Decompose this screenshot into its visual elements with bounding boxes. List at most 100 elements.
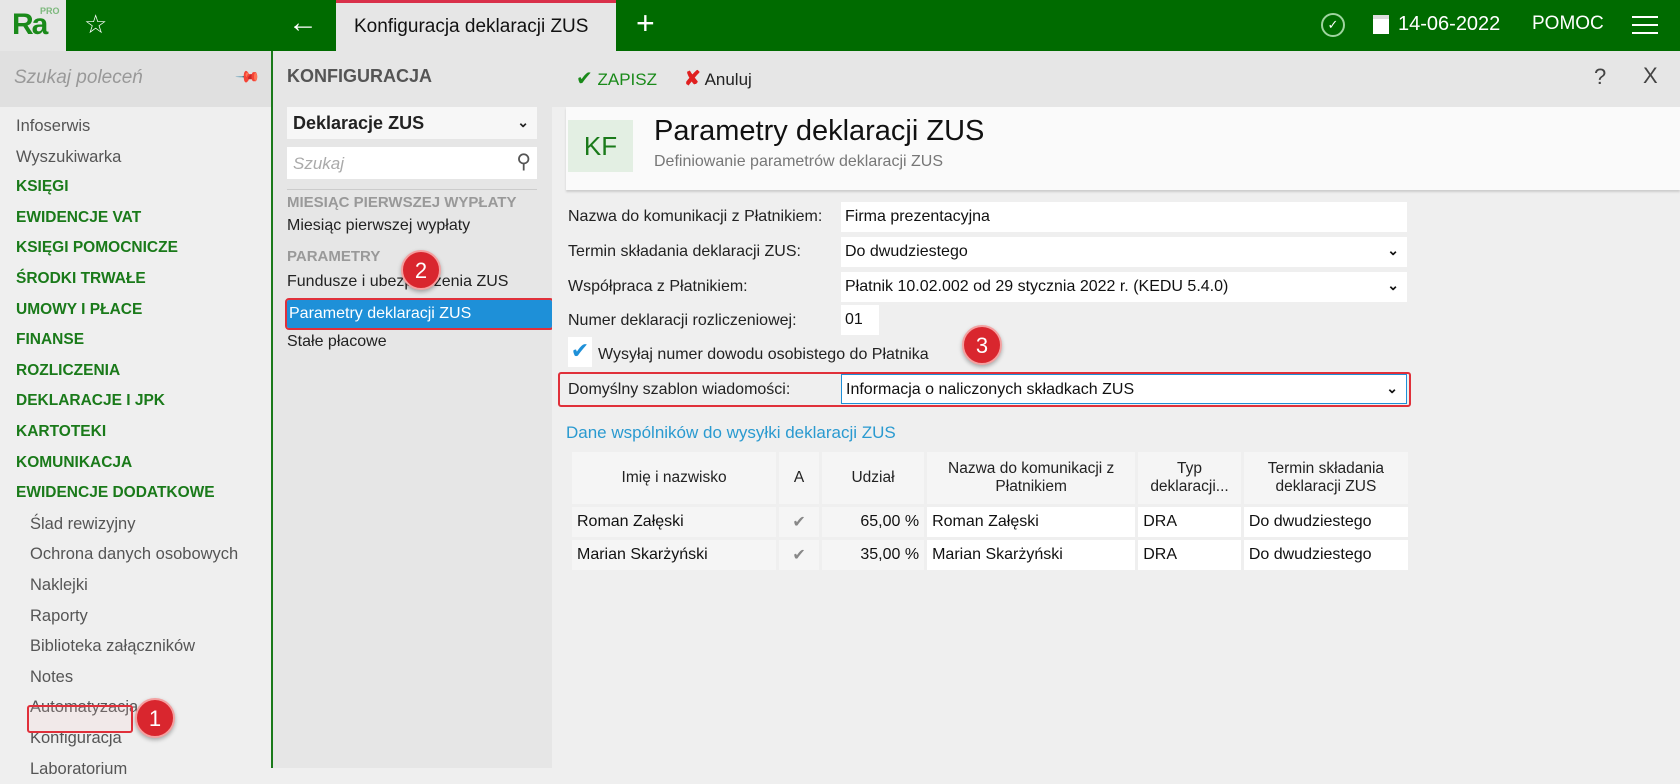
- tab-konfiguracja[interactable]: Konfiguracja deklaracji ZUS: [336, 0, 616, 51]
- column-header[interactable]: A: [779, 452, 819, 504]
- calendar-icon[interactable]: [1373, 15, 1389, 34]
- main-area: ✔ ZAPISZ ✘ Anuluj ? X KF Parametry dekla…: [552, 51, 1680, 768]
- column-header[interactable]: Termin składania deklaracji ZUS: [1243, 452, 1408, 504]
- table-cell: Marian Skarżyński: [572, 540, 777, 570]
- page-subtitle: Definiowanie parametrów deklaracji ZUS: [654, 153, 944, 170]
- send-id-checkbox[interactable]: ✔: [568, 337, 592, 367]
- template-label: Domyślny szablon wiadomości:: [568, 381, 791, 398]
- table-cell: Roman Załęski: [927, 507, 1136, 537]
- sidebar-item[interactable]: Naklejki: [30, 570, 88, 600]
- help-button[interactable]: ?: [1594, 64, 1606, 90]
- chevron-down-icon: ⌄: [517, 114, 529, 130]
- sidebar-item[interactable]: KARTOTEKI: [16, 417, 106, 447]
- table-cell: ✔: [779, 507, 819, 537]
- sidebar-item[interactable]: Laboratorium: [30, 754, 127, 784]
- sidebar-item[interactable]: EWIDENCJE VAT: [16, 203, 141, 233]
- num-field[interactable]: 01: [841, 305, 879, 335]
- sidebar-item[interactable]: Biblioteka załączników: [30, 631, 195, 661]
- category-select-value: Deklaracje ZUS: [293, 113, 425, 133]
- app-logo[interactable]: Ra PRO: [0, 0, 66, 51]
- panel-search-input[interactable]: Szukaj ⚲: [287, 147, 537, 179]
- template-value: Informacja o naliczonych składkach ZUS: [846, 381, 1135, 398]
- send-id-label[interactable]: Wysyłaj numer dowodu osobistego do Płatn…: [598, 346, 929, 364]
- name-field[interactable]: Firma prezentacyjna: [841, 202, 1407, 232]
- search-icon[interactable]: ⚲: [516, 149, 531, 174]
- partners-table: Imię i nazwisko A Udział Nazwa do komunikac…: [569, 449, 1411, 573]
- nav-funds[interactable]: Fundusze i ubezpieczenia ZUS: [287, 273, 508, 291]
- panel-title: KONFIGURACJA: [287, 66, 433, 86]
- sidebar-item[interactable]: Notes: [30, 662, 73, 692]
- menu-icon[interactable]: [1632, 16, 1658, 34]
- sidebar-item[interactable]: Ślad rewizyjny: [30, 509, 135, 539]
- column-header[interactable]: Udział: [821, 452, 925, 504]
- nav-first-payment[interactable]: Miesiąc pierwszej wypłaty: [287, 217, 470, 235]
- table-cell: Do dwudziestego: [1243, 507, 1408, 537]
- back-arrow-icon[interactable]: ←: [288, 6, 318, 40]
- close-button[interactable]: X: [1643, 63, 1658, 89]
- num-label: Numer deklaracji rozliczeniowej:: [568, 312, 797, 329]
- sidebar-item[interactable]: Infoserwis: [16, 111, 90, 141]
- column-header[interactable]: Nazwa do komunikacji z Płatnikiem: [927, 452, 1136, 504]
- sidebar-item[interactable]: Ochrona danych osobowych: [30, 539, 238, 569]
- table-row[interactable]: Marian Skarżyński ✔ 35,00 % Marian Skarżyńs…: [572, 540, 1408, 570]
- column-header[interactable]: Imię i nazwisko: [572, 452, 777, 504]
- table-cell: Roman Załęski: [572, 507, 777, 537]
- sidebar-item[interactable]: ROZLICZENIA: [16, 356, 120, 386]
- highlight-box: [27, 705, 133, 733]
- term-value: Do dwudziestego: [845, 243, 968, 260]
- template-select[interactable]: Informacja o naliczonych składkach ZUS ⌄: [841, 374, 1407, 404]
- nav-declaration-params[interactable]: Parametry deklaracji ZUS: [285, 298, 554, 330]
- chevron-down-icon: ⌄: [1386, 380, 1398, 396]
- cancel-button[interactable]: ✘ Anuluj: [684, 66, 752, 91]
- coop-value: Płatnik 10.02.002 od 29 stycznia 2022 r.…: [845, 278, 1229, 295]
- sidebar-item[interactable]: UMOWY I PŁACE: [16, 295, 142, 325]
- table-cell: 35,00 %: [821, 540, 925, 570]
- sidebar-item[interactable]: EWIDENCJE DODATKOWE: [16, 478, 215, 508]
- config-panel: KONFIGURACJA Deklaracje ZUS ⌄ Szukaj ⚲ MIE…: [273, 51, 554, 768]
- category-select[interactable]: Deklaracje ZUS ⌄: [287, 107, 537, 139]
- save-button[interactable]: ✔ ZAPISZ: [576, 66, 657, 91]
- save-label: ZAPISZ: [597, 70, 658, 89]
- table-cell: Marian Skarżyński: [927, 540, 1136, 570]
- sidebar-item[interactable]: KSIĘGI POMOCNICZE: [16, 233, 178, 263]
- x-icon: ✘: [684, 68, 701, 90]
- help-link[interactable]: POMOC: [1532, 13, 1604, 35]
- sidebar-item[interactable]: KOMUNIKACJA: [16, 448, 132, 478]
- module-badge: KF: [568, 120, 633, 172]
- sidebar-item[interactable]: Raporty: [30, 601, 88, 631]
- page-title: Parametry deklaracji ZUS: [654, 115, 985, 147]
- name-label: Nazwa do komunikacji z Płatnikiem:: [568, 208, 823, 225]
- search-placeholder: Szukaj: [293, 154, 345, 173]
- sidebar-item[interactable]: FINANSE: [16, 325, 84, 355]
- annotation-badge-2: 2: [401, 250, 441, 290]
- check-icon: ✔: [576, 68, 593, 90]
- sidebar-item[interactable]: KSIĘGI: [16, 172, 69, 202]
- table-row[interactable]: Roman Załęski ✔ 65,00 % Roman Załęski DRA Do …: [572, 507, 1408, 537]
- coop-select[interactable]: Płatnik 10.02.002 od 29 stycznia 2022 r.…: [841, 272, 1407, 302]
- coop-label: Współpraca z Płatnikiem:: [568, 278, 748, 295]
- top-bar: Ra PRO ☆ ← Konfiguracja deklaracji ZUS + …: [0, 0, 1680, 51]
- sidebar: Szukaj poleceń 📌 Infoserwis Wyszukiwarka K…: [0, 51, 273, 778]
- section-heading: MIESIĄC PIERWSZEJ WYPŁATY: [287, 194, 517, 211]
- toolbar: ✔ ZAPISZ ✘ Anuluj ? X: [552, 51, 1680, 107]
- status-check-icon[interactable]: ✓: [1321, 13, 1345, 37]
- nav-fixed-pay[interactable]: Stałe płacowe: [287, 333, 387, 351]
- sidebar-item[interactable]: DEKLARACJE I JPK: [16, 386, 165, 416]
- table-cell: Do dwudziestego: [1243, 540, 1408, 570]
- sidebar-item[interactable]: ŚRODKI TRWAŁE: [16, 264, 146, 294]
- table-cell: DRA: [1138, 540, 1241, 570]
- table-cell: ✔: [779, 540, 819, 570]
- table-cell: DRA: [1138, 507, 1241, 537]
- term-select[interactable]: Do dwudziestego ⌄: [841, 237, 1407, 267]
- date-display[interactable]: 14-06-2022: [1398, 13, 1500, 36]
- chevron-down-icon: ⌄: [1387, 277, 1399, 293]
- cancel-label: Anuluj: [704, 70, 752, 89]
- column-header[interactable]: Typ deklaracji...: [1138, 452, 1241, 504]
- add-tab-icon[interactable]: +: [636, 5, 655, 42]
- page-header: KF Parametry deklaracji ZUS Definiowanie…: [566, 107, 1680, 190]
- star-icon[interactable]: ☆: [84, 9, 107, 40]
- partners-heading: Dane wspólników do wysyłki deklaracji ZU…: [566, 423, 896, 442]
- sidebar-item[interactable]: Wyszukiwarka: [16, 142, 121, 172]
- command-search-input[interactable]: Szukaj poleceń: [0, 51, 271, 107]
- section-heading: PARAMETRY: [287, 248, 381, 265]
